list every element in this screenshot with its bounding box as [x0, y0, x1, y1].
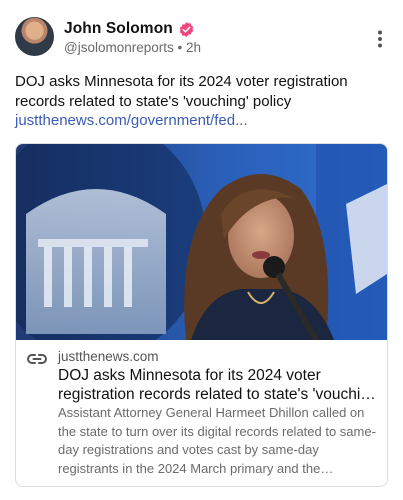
link-icon — [27, 354, 47, 364]
card-meta: justthenews.com DOJ asks Minnesota for i… — [16, 340, 387, 486]
post-link[interactable]: justthenews.com/government/fed... — [15, 111, 248, 131]
author-handle[interactable]: @jsolomonreports — [64, 40, 174, 55]
card-domain[interactable]: justthenews.com — [58, 349, 159, 364]
avatar[interactable] — [15, 17, 54, 56]
separator-dot: • — [177, 40, 183, 55]
more-vertical-icon[interactable] — [373, 29, 387, 49]
post-time: 2h — [186, 40, 202, 55]
author-name-row: John Solomon — [64, 19, 195, 39]
verified-badge-icon — [179, 21, 194, 37]
post-header: John Solomon @jsolomonreports • 2h — [15, 17, 395, 61]
author-name[interactable]: John Solomon — [64, 20, 173, 38]
card-title[interactable]: DOJ asks Minnesota for its 2024 voter re… — [58, 366, 378, 404]
card-image[interactable] — [16, 144, 387, 340]
handle-row: @jsolomonreports • 2h — [64, 40, 201, 55]
post-card[interactable]: John Solomon @jsolomonreports • 2h DOJ a… — [0, 0, 403, 500]
link-preview-card[interactable]: justthenews.com DOJ asks Minnesota for i… — [15, 143, 388, 487]
post-text: DOJ asks Minnesota for its 2024 voter re… — [15, 73, 348, 110]
preview-photo — [16, 144, 387, 340]
card-description: Assistant Attorney General Harmeet Dhill… — [58, 405, 376, 476]
